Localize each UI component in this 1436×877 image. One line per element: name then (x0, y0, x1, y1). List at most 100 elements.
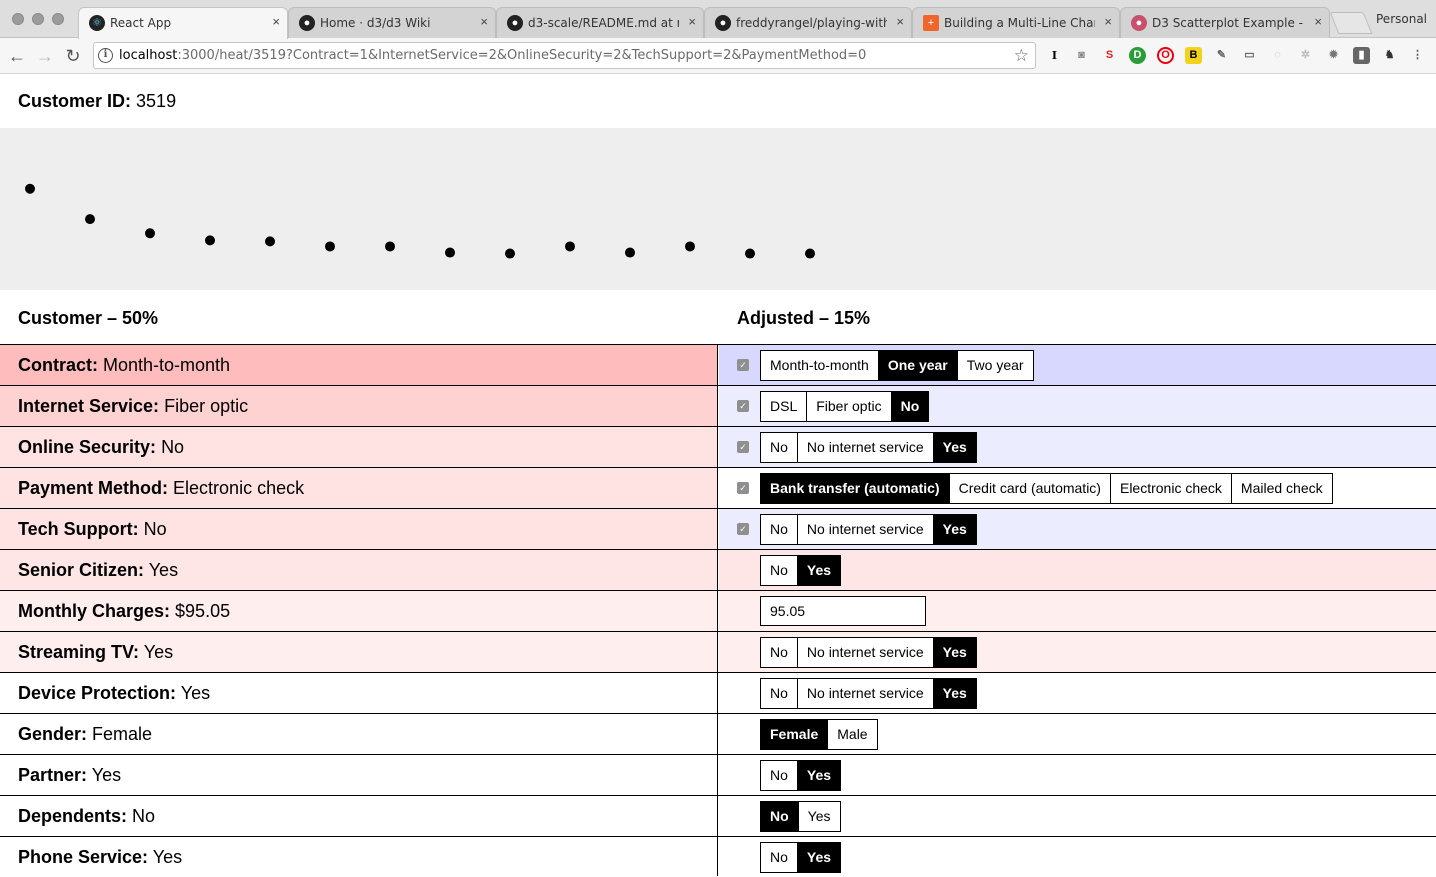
address-bar[interactable]: i localhost:3000/heat/3519?Contract=1&In… (93, 42, 1036, 69)
option-no-internet-service[interactable]: No internet service (796, 515, 933, 544)
option-mailed-check[interactable]: Mailed check (1230, 474, 1332, 503)
gear-extension-icon[interactable]: ✲ (1297, 47, 1314, 64)
feature-label: Contract: (18, 355, 98, 375)
option-yes[interactable]: Yes (796, 761, 841, 790)
option-yes[interactable]: Yes (932, 515, 976, 544)
dependents-selector[interactable]: No Yes (760, 801, 841, 832)
scatter-point (265, 236, 275, 247)
tab-react-app[interactable]: ⚛ React App × (78, 7, 288, 39)
cast-icon[interactable]: ▭ (1241, 47, 1258, 64)
option-bank-transfer-automatic[interactable]: Bank transfer (automatic) (761, 474, 949, 503)
panel-extension-icon[interactable]: ▮ (1353, 47, 1370, 64)
new-tab-button[interactable] (1329, 12, 1373, 34)
option-yes[interactable]: Yes (932, 638, 976, 667)
close-icon[interactable]: × (480, 14, 488, 30)
option-yes[interactable]: Yes (796, 843, 841, 872)
tab-d3-scale-readme[interactable]: ● d3-scale/README.md at m × (496, 7, 704, 38)
lock-checkbox[interactable]: ✓ (737, 482, 749, 494)
tab-d3-scatterplot[interactable]: ● D3 Scatterplot Example - b × (1120, 7, 1330, 38)
close-icon[interactable]: × (1104, 14, 1112, 30)
option-credit-card-automatic[interactable]: Credit card (automatic) (948, 474, 1110, 503)
option-fiber-optic[interactable]: Fiber optic (806, 392, 890, 421)
bug-icon[interactable]: ✹ (1325, 47, 1342, 64)
tab-d3-wiki[interactable]: ● Home · d3/d3 Wiki × (288, 7, 496, 38)
tab-playing-with-d3[interactable]: ● freddyrangel/playing-with- × (704, 7, 912, 38)
close-window-button[interactable] (12, 13, 24, 25)
green-extension-icon[interactable]: D (1129, 47, 1146, 64)
option-no[interactable]: No (761, 638, 797, 667)
forward-icon[interactable]: → (34, 45, 56, 67)
option-no[interactable]: No (761, 433, 797, 462)
close-icon[interactable]: × (896, 14, 904, 30)
gender-selector[interactable]: Female Male (760, 719, 878, 750)
b-extension-icon[interactable]: B (1185, 47, 1202, 64)
option-male[interactable]: Male (827, 720, 876, 749)
disabled-extension-icon[interactable]: ◌ (1269, 47, 1286, 64)
lock-checkbox[interactable]: ✓ (737, 441, 749, 453)
option-yes[interactable]: Yes (932, 433, 976, 462)
streaming-tv-selector[interactable]: No No internet service Yes (760, 637, 977, 668)
eyedropper-icon[interactable]: ✎ (1213, 47, 1230, 64)
lock-checkbox[interactable]: ✓ (737, 359, 749, 371)
tech-support-selector[interactable]: No No internet service Yes (760, 514, 977, 545)
senior-citizen-selector[interactable]: No Yes (760, 555, 842, 586)
option-no[interactable]: No (761, 802, 798, 831)
option-dsl[interactable]: DSL (761, 392, 806, 421)
contract-selector[interactable]: Month-to-month One year Two year (760, 350, 1034, 381)
payment-method-selector[interactable]: Bank transfer (automatic) Credit card (au… (760, 473, 1333, 504)
option-no-internet-service[interactable]: No internet service (796, 433, 933, 462)
close-icon[interactable]: × (688, 14, 696, 30)
phone-service-selector[interactable]: No Yes (760, 842, 842, 873)
menu-dots-icon[interactable]: ⋮ (1409, 47, 1426, 64)
tab-multi-line-chart[interactable]: + Building a Multi-Line Chart × (912, 7, 1120, 38)
option-no[interactable]: No (761, 761, 797, 790)
lock-checkbox[interactable]: ✓ (737, 400, 749, 412)
url-text[interactable]: localhost:3000/heat/3519?Contract=1&Inte… (119, 48, 866, 64)
profile-button[interactable]: Personal (1376, 12, 1427, 26)
instapaper-icon[interactable]: I (1046, 47, 1063, 64)
adjust-cell-tech-support: ✓ No No internet service Yes (719, 509, 1436, 549)
feature-value: Yes (148, 560, 179, 580)
feature-cell-monthly-charges: Monthly Charges: $95.05 (0, 591, 718, 631)
cat-extension-icon[interactable]: ♞ (1381, 47, 1398, 64)
feature-label: Streaming TV: (18, 642, 140, 662)
option-no[interactable]: No (761, 556, 797, 585)
option-no[interactable]: No (890, 392, 929, 421)
table-row: Tech Support: No ✓ No No internet service Ye… (0, 508, 1436, 549)
minimize-window-button[interactable] (32, 13, 44, 25)
camera-icon[interactable]: ◙ (1073, 47, 1090, 64)
option-no[interactable]: No (761, 679, 797, 708)
partner-selector[interactable]: No Yes (760, 760, 842, 791)
option-electronic-check[interactable]: Electronic check (1109, 474, 1231, 503)
option-no[interactable]: No (761, 515, 797, 544)
monthly-charges-input[interactable] (760, 596, 926, 626)
option-female[interactable]: Female (761, 720, 828, 749)
option-no-internet-service[interactable]: No internet service (796, 638, 933, 667)
online-security-selector[interactable]: No No internet service Yes (760, 432, 977, 463)
back-icon[interactable]: ← (6, 45, 28, 67)
close-icon[interactable]: × (1314, 14, 1322, 30)
internet-service-selector[interactable]: DSL Fiber optic No (760, 391, 930, 422)
option-no-internet-service[interactable]: No internet service (796, 679, 933, 708)
feature-label: Partner: (18, 765, 88, 785)
adjust-cell-monthly-charges (719, 591, 1436, 631)
feature-label: Tech Support: (18, 519, 139, 539)
option-yes[interactable]: Yes (797, 802, 840, 831)
feature-value: No (143, 519, 167, 539)
option-yes[interactable]: Yes (796, 556, 841, 585)
option-month-to-month[interactable]: Month-to-month (761, 351, 878, 380)
close-icon[interactable]: × (272, 14, 280, 30)
s-extension-icon[interactable]: S (1101, 47, 1118, 64)
react-icon: ⚛ (89, 15, 105, 31)
lock-checkbox[interactable]: ✓ (737, 523, 749, 535)
option-no[interactable]: No (761, 843, 797, 872)
info-icon[interactable]: i (98, 48, 113, 63)
device-protection-selector[interactable]: No No internet service Yes (760, 678, 977, 709)
bookmark-star-icon[interactable]: ☆ (1014, 46, 1029, 66)
option-one-year[interactable]: One year (877, 351, 957, 380)
zoom-window-button[interactable] (52, 13, 64, 25)
reload-icon[interactable]: ↻ (62, 45, 84, 67)
option-two-year[interactable]: Two year (956, 351, 1033, 380)
opera-icon[interactable]: O (1157, 47, 1174, 64)
option-yes[interactable]: Yes (932, 679, 976, 708)
